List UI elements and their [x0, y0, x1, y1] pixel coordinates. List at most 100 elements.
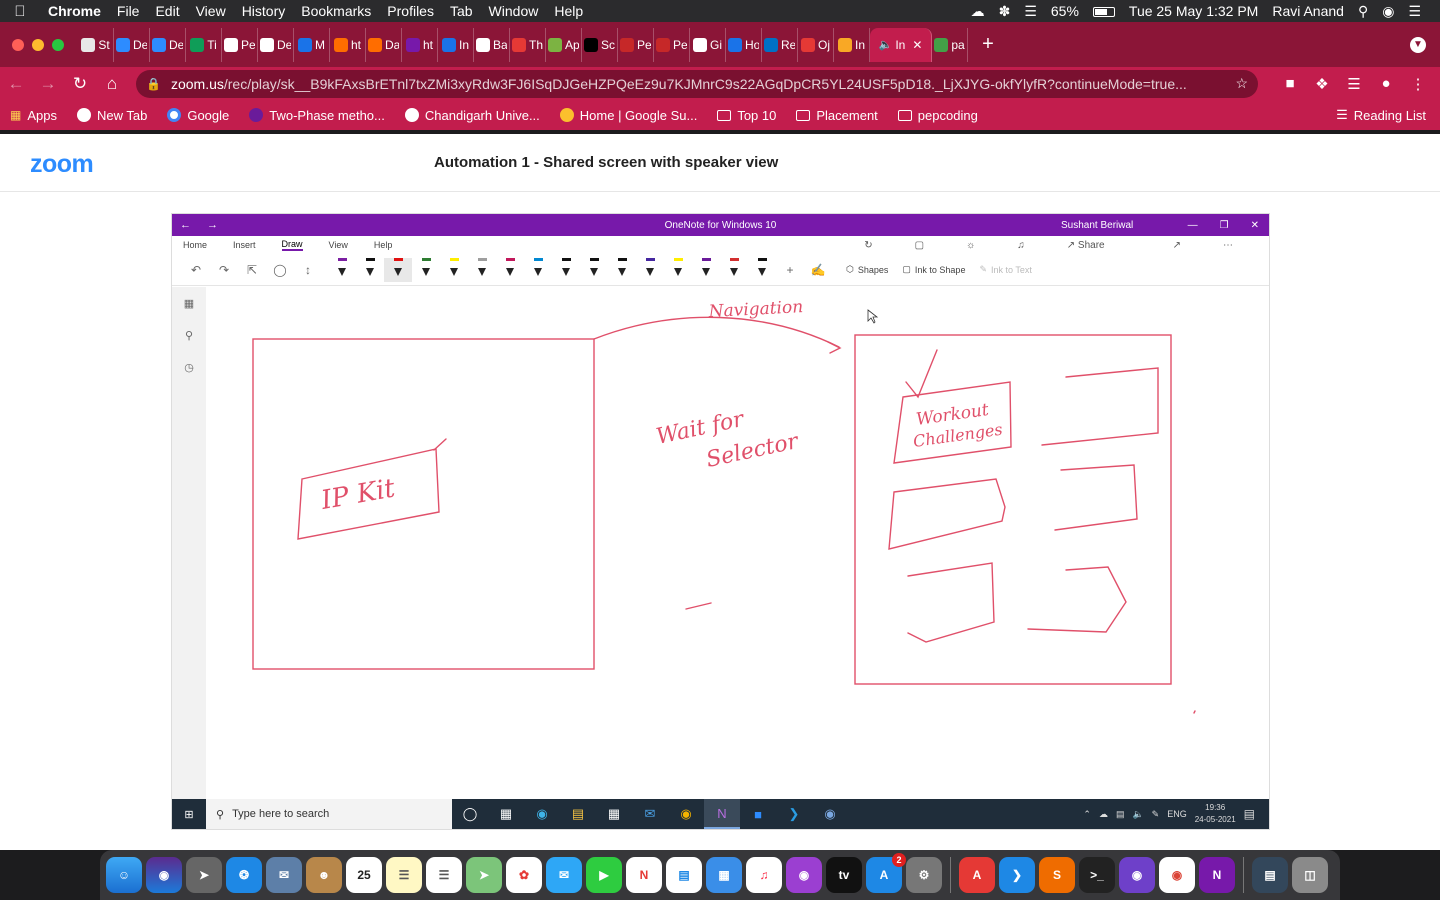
tab-item[interactable]: M	[294, 27, 330, 62]
notes-icon[interactable]: ☰	[386, 857, 422, 893]
shared-screen-video[interactable]: ← → OneNote for Windows 10 Sushant Beriw…	[171, 213, 1270, 830]
bookmark-folder-placement[interactable]: Placement	[786, 108, 887, 123]
menu-bookmarks[interactable]: Bookmarks	[293, 3, 379, 19]
reminders-icon[interactable]: ☰	[426, 857, 462, 893]
podcasts-icon[interactable]: ◉	[786, 857, 822, 893]
back-icon[interactable]: ←	[0, 74, 32, 94]
tab-item[interactable]: Da	[366, 27, 402, 62]
photos-icon[interactable]: ✿	[506, 857, 542, 893]
onenote-dock-icon[interactable]: N	[1199, 857, 1235, 893]
bookmark-two-phase[interactable]: Two-Phase metho...	[239, 108, 395, 123]
safari-icon[interactable]: ❂	[226, 857, 262, 893]
reading-list[interactable]: ☰ Reading List	[1326, 107, 1440, 123]
extensions-puzzle-icon[interactable]: ❖	[1306, 75, 1338, 93]
spotlight-icon[interactable]: ⚲	[1351, 3, 1375, 20]
bookmark-new-tab[interactable]: New Tab	[67, 108, 157, 123]
zoom-window-button[interactable]	[52, 38, 64, 51]
messages-icon[interactable]: ✉	[546, 857, 582, 893]
menu-tab[interactable]: Tab	[442, 3, 481, 19]
clock[interactable]: Tue 25 May 1:32 PM	[1122, 3, 1265, 19]
siri-icon[interactable]: ◉	[146, 857, 182, 893]
tab-item[interactable]: De	[258, 27, 294, 62]
acrobat-icon[interactable]: A	[959, 857, 995, 893]
tab-item[interactable]: Gi	[690, 27, 726, 62]
home-icon[interactable]: ⌂	[96, 74, 128, 94]
contacts-icon[interactable]: ☻	[306, 857, 342, 893]
tab-item[interactable]: Ap	[546, 27, 582, 62]
chrome-dock-icon[interactable]: ◉	[1159, 857, 1195, 893]
media-control-icon[interactable]: ☰	[1338, 75, 1370, 93]
reload-icon[interactable]: ↻	[64, 74, 96, 94]
wifi-icon[interactable]: ☰	[1017, 3, 1044, 20]
tab-item[interactable]: De	[114, 27, 150, 62]
sublime-icon[interactable]: S	[1039, 857, 1075, 893]
menu-file[interactable]: File	[109, 3, 148, 19]
facetime-icon[interactable]: ▶	[586, 857, 622, 893]
active-tab[interactable]: 🔈 In ✕	[870, 27, 932, 62]
url-text[interactable]: zoom.us/rec/play/sk__B9kFAxsBrETnl7txZMi…	[171, 76, 1227, 92]
trash-icon[interactable]: ◫	[1292, 857, 1328, 893]
chrome-menu-icon[interactable]: ⋮	[1402, 75, 1434, 93]
tab-last[interactable]: pa	[932, 27, 968, 62]
cloud-icon[interactable]: ☁	[964, 3, 992, 20]
siri-icon[interactable]: ◉	[1375, 3, 1401, 20]
close-window-button[interactable]	[12, 38, 24, 51]
tab-item[interactable]: In	[834, 27, 870, 62]
bookmark-apps[interactable]: ▦ Apps	[0, 108, 67, 123]
user-name[interactable]: Ravi Anand	[1265, 3, 1351, 19]
tab-item[interactable]: St	[78, 27, 114, 62]
downloads-stack-icon[interactable]: ▤	[1252, 857, 1288, 893]
address-bar[interactable]: 🔒 zoom.us/rec/play/sk__B9kFAxsBrETnl7txZ…	[136, 69, 1258, 98]
bookmark-chandigarh[interactable]: Chandigarh Unive...	[395, 108, 550, 123]
menu-profiles[interactable]: Profiles	[379, 3, 442, 19]
control-center-icon[interactable]: ☰	[1401, 3, 1428, 20]
github-desktop-icon[interactable]: ◉	[1119, 857, 1155, 893]
music-icon[interactable]: ♫	[746, 857, 782, 893]
bookmark-google[interactable]: Google	[157, 108, 239, 123]
bookmark-star-icon[interactable]: ☆	[1235, 75, 1248, 92]
numbers-icon[interactable]: ▤	[666, 857, 702, 893]
menu-window[interactable]: Window	[481, 3, 547, 19]
mail-icon[interactable]: ✉	[266, 857, 302, 893]
menu-app-name[interactable]: Chrome	[40, 3, 109, 19]
extension-icon[interactable]: ■	[1274, 75, 1306, 92]
tab-item[interactable]: Ti	[186, 27, 222, 62]
tab-item[interactable]: De	[150, 27, 186, 62]
maps-icon[interactable]: ➤	[466, 857, 502, 893]
speaker-icon[interactable]: 🔈	[879, 38, 893, 51]
menu-view[interactable]: View	[188, 3, 234, 19]
app-store-icon[interactable]: A2	[866, 853, 906, 893]
keynote-icon[interactable]: ▦	[706, 857, 742, 893]
zoom-logo[interactable]: zoom	[30, 150, 94, 179]
tab-item[interactable]: Ho	[726, 27, 762, 62]
vscode-dock-icon[interactable]: ❯	[999, 857, 1035, 893]
lock-icon[interactable]: 🔒	[146, 77, 161, 91]
tab-item[interactable]: Pe	[654, 27, 690, 62]
tab-item[interactable]: ht	[330, 27, 366, 62]
battery-icon[interactable]	[1086, 3, 1122, 19]
apple-icon[interactable]: 	[0, 3, 40, 20]
tab-item[interactable]: Sc	[582, 27, 618, 62]
apple-tv-icon[interactable]: tv	[826, 857, 862, 893]
tab-item[interactable]: Th	[510, 27, 546, 62]
tab-item[interactable]: ht	[402, 27, 438, 62]
bookmark-folder-top10[interactable]: Top 10	[707, 108, 786, 123]
news-icon[interactable]: N	[626, 857, 662, 893]
tab-item[interactable]: Pe	[618, 27, 654, 62]
bookmark-google-sites[interactable]: Home | Google Su...	[550, 108, 708, 123]
menu-help[interactable]: Help	[546, 3, 591, 19]
terminal-icon[interactable]: >_	[1079, 857, 1115, 893]
menu-history[interactable]: History	[234, 3, 294, 19]
forward-icon[interactable]: →	[32, 74, 64, 94]
tab-item[interactable]: Pe	[222, 27, 258, 62]
system-preferences-icon[interactable]: ⚙	[906, 857, 942, 893]
tab-item[interactable]: In	[438, 27, 474, 62]
fan-icon[interactable]: ✽	[992, 3, 1018, 20]
profile-avatar[interactable]: ●	[1370, 75, 1402, 92]
tab-item[interactable]: Ba	[474, 27, 510, 62]
new-tab-button[interactable]: +	[968, 33, 1008, 56]
tab-item[interactable]: Oj	[798, 27, 834, 62]
finder-icon[interactable]: ☺	[106, 857, 142, 893]
bookmark-folder-pepcoding[interactable]: pepcoding	[888, 108, 988, 123]
close-tab-icon[interactable]: ✕	[912, 38, 922, 52]
